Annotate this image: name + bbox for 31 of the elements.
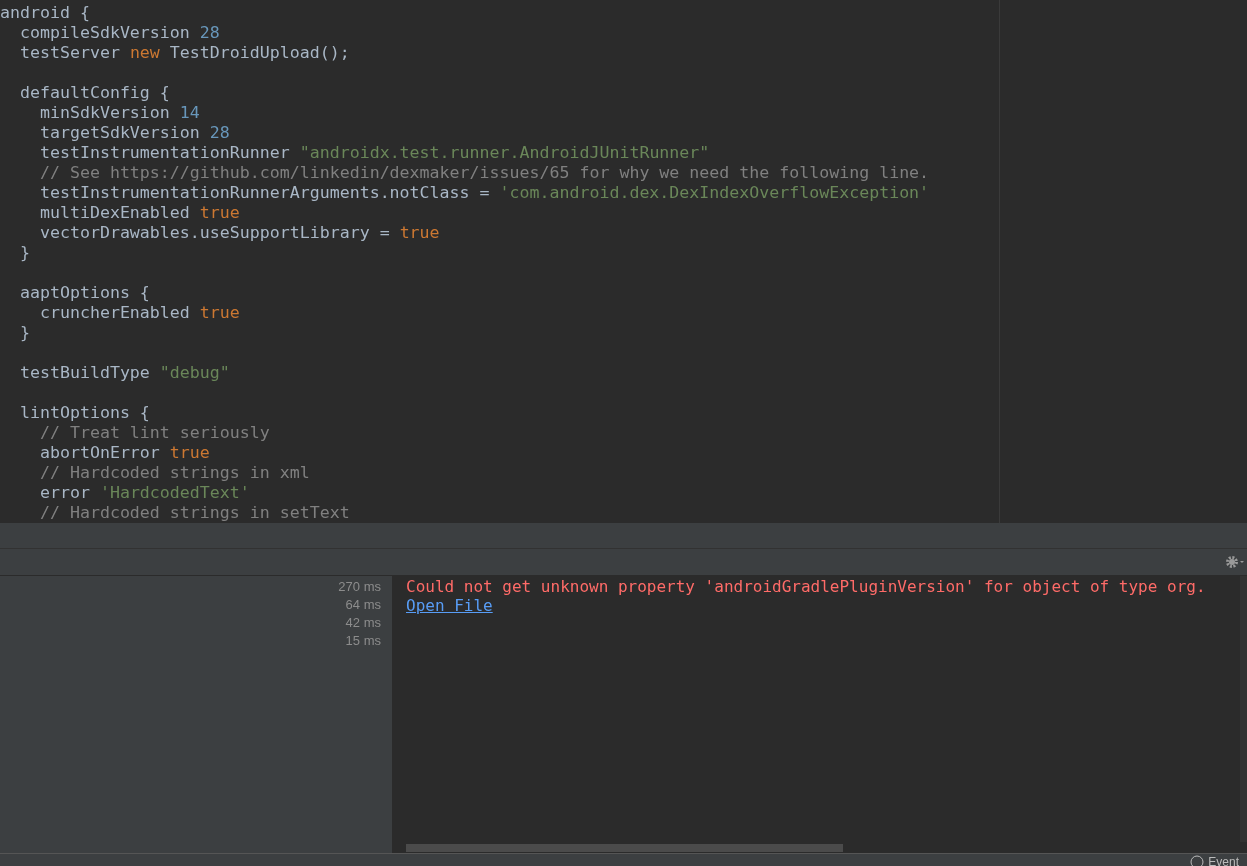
code-line: } [18,243,31,263]
horizontal-scrollbar[interactable] [406,844,843,852]
code-line: // Hardcoded strings in xml [38,463,311,483]
duration-label: 15 ms [345,632,381,650]
duration-label: 270 ms [338,578,381,596]
code-line: abortOnError true [38,443,211,463]
code-line: targetSdkVersion 28 [38,123,231,143]
code-line: error 'HardcodedText' [38,483,251,503]
code-line: multiDexEnabled true [38,203,241,223]
code-line: lintOptions { [18,403,151,423]
code-line: android { [0,3,91,23]
code-line: testServer new TestDroidUpload(); [18,43,351,63]
code-line: aaptOptions { [18,283,151,303]
code-line: testBuildType "debug" [18,363,231,383]
error-message: Could not get unknown property 'androidGradlePluginVersion' for object of type org. [406,577,1206,596]
code-line: minSdkVersion 14 [38,103,201,123]
event-log-label[interactable]: Event [1208,855,1247,866]
code-line: compileSdkVersion 28 [18,23,221,43]
duration-label: 42 ms [345,614,381,632]
code-line: // See https://github.com/linkedin/dexmaker/issues/65 for why we need the following line. [38,163,931,183]
code-line: vectorDrawables.useSupportLibrary = true [38,223,441,243]
code-line: // Treat lint seriously [38,423,271,443]
settings-icon[interactable] [1225,555,1245,569]
code-line: testInstrumentationRunner "androidx.test.runner.AndroidJUnitRunner" [38,143,711,163]
code-line: } [18,323,31,343]
open-file-link[interactable]: Open File [406,596,493,615]
code-line: testInstrumentationRunnerArguments.notClass = 'com.android.dex.DexIndexOverflowException' [38,183,931,203]
code-line: cruncherEnabled true [38,303,241,323]
code-line: // Hardcoded strings in setText [38,503,351,523]
duration-label: 64 ms [345,596,381,614]
code-line: defaultConfig { [18,83,171,103]
